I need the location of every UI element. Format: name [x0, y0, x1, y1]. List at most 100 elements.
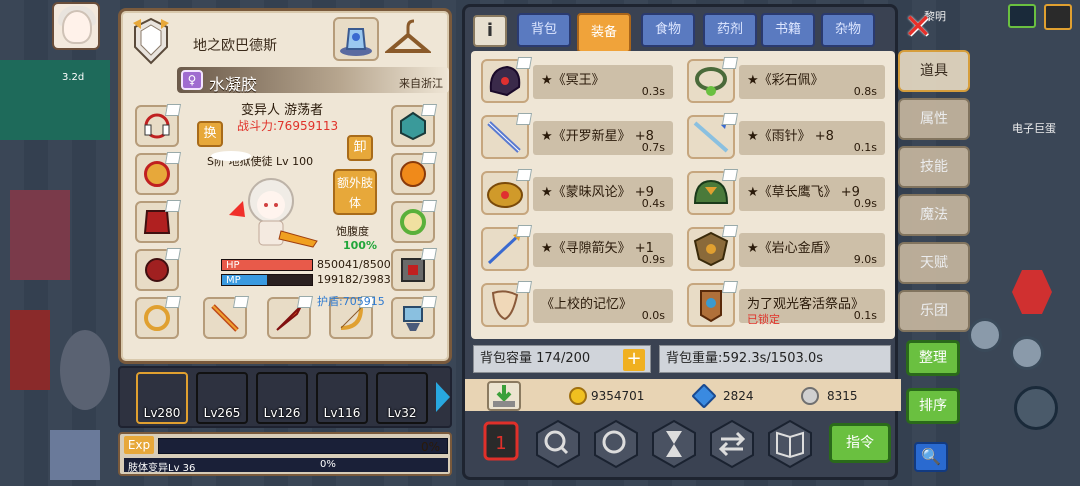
- info-button[interactable]: i: [473, 15, 507, 47]
- silver-coin-icon: [801, 387, 819, 405]
- medal-icon: [144, 161, 170, 187]
- list-mode-button[interactable]: 1: [481, 419, 529, 469]
- search-icon[interactable]: 🔍: [914, 442, 948, 472]
- slot-medal[interactable]: [135, 153, 179, 195]
- companion-next-arrow[interactable]: [436, 382, 450, 412]
- spear-icon[interactable]: [687, 115, 735, 159]
- close-icon[interactable]: ✕: [900, 10, 936, 46]
- shield-icon[interactable]: [687, 227, 735, 271]
- tab-equipment[interactable]: 装备: [577, 13, 631, 53]
- joystick-pad[interactable]: [60, 330, 110, 410]
- tab-backpack[interactable]: 背包: [517, 13, 571, 47]
- list-item[interactable]: 为了观光客活祭品》 0.1s 已锁定: [739, 289, 885, 326]
- magnify-button[interactable]: [591, 419, 639, 469]
- swap-round-button[interactable]: [968, 318, 1002, 352]
- currency-bar: 9354701 2824 8315: [465, 379, 901, 411]
- diamond-amount: 2824: [723, 389, 754, 403]
- list-item[interactable]: ★《开罗新星》 +8 0.7s: [533, 121, 673, 155]
- arrow-icon[interactable]: [481, 227, 529, 271]
- class-label: 变异人 游荡者: [241, 103, 324, 118]
- list-item[interactable]: 《上校的记忆》 0.0s: [533, 289, 673, 323]
- staff-icon: [211, 304, 239, 332]
- list-item[interactable]: ★《寻隙箭矢》 +1 0.9s: [533, 233, 673, 267]
- mp-value: 199182/3983: [317, 273, 391, 286]
- scroll-icon[interactable]: [481, 283, 529, 327]
- slot-relic[interactable]: [391, 105, 435, 147]
- crest-icon: [133, 17, 169, 65]
- hunger-label: 饱腹度: [336, 225, 369, 238]
- cloud-icon: [211, 151, 251, 161]
- slot-armor[interactable]: [135, 201, 179, 243]
- list-item[interactable]: ★《雨针》 +8 0.1s: [739, 121, 885, 155]
- drop-item-button[interactable]: [487, 381, 521, 411]
- necklace-icon[interactable]: [687, 59, 735, 103]
- command-button[interactable]: 指令: [829, 423, 891, 463]
- search-item-button[interactable]: [533, 419, 581, 469]
- list-item[interactable]: ★《冥王》 0.3s: [533, 65, 673, 99]
- crown-icon[interactable]: [481, 171, 529, 215]
- character-panel: 地之欧巴德斯 ♀ 水凝胶 来自浙江 变异人 游荡者 战斗力:76959113 换…: [118, 8, 452, 364]
- slot-staff[interactable]: [203, 297, 247, 339]
- unequip-button[interactable]: 卸: [347, 135, 373, 161]
- mutation-percent: 0%: [320, 459, 336, 470]
- weight-display: 背包重量:592.3s/1503.0s: [659, 345, 891, 373]
- list-item[interactable]: ★《岩心金盾》 9.0s: [739, 233, 885, 267]
- organize-button[interactable]: 整理: [906, 340, 960, 376]
- hanger-icon[interactable]: [383, 17, 433, 61]
- book-button[interactable]: [765, 419, 813, 469]
- slot-wreath[interactable]: [391, 201, 435, 243]
- side-tab-band[interactable]: 乐团: [898, 290, 970, 332]
- exit-icon[interactable]: [1044, 4, 1072, 30]
- side-tab-skills[interactable]: 技能: [898, 146, 970, 188]
- side-tab-items[interactable]: 道具: [898, 50, 970, 92]
- character-name: 地之欧巴德斯: [193, 38, 277, 54]
- amulet-icon[interactable]: [687, 283, 735, 327]
- network-icon[interactable]: [1008, 4, 1036, 28]
- companion-slot-1[interactable]: Lv280: [136, 372, 188, 424]
- dark-helm-icon[interactable]: [481, 59, 529, 103]
- slot-pumpkin[interactable]: [391, 153, 435, 195]
- list-item[interactable]: ★《彩石佩》 0.8s: [739, 65, 885, 99]
- side-tab-magic[interactable]: 魔法: [898, 194, 970, 236]
- player-avatar[interactable]: [52, 2, 100, 50]
- hourglass-button[interactable]: [649, 419, 697, 469]
- side-tab-talent[interactable]: 天赋: [898, 242, 970, 284]
- blade-icon: [276, 305, 302, 331]
- side-tab-attributes[interactable]: 属性: [898, 98, 970, 140]
- slot-headgear[interactable]: [135, 105, 179, 147]
- mech-arm-icon: [401, 258, 425, 282]
- exchange-button[interactable]: [707, 419, 755, 469]
- book-round-button[interactable]: [1010, 336, 1044, 370]
- origin-label: 来自浙江: [399, 77, 443, 90]
- list-item[interactable]: ★《草长鹰飞》 +9 0.9s: [739, 177, 885, 211]
- expand-capacity-button[interactable]: +: [623, 349, 645, 371]
- pumpkin-icon: [400, 161, 426, 187]
- companion-slot-2[interactable]: Lv265: [196, 372, 248, 424]
- extra-limb-button[interactable]: 额外肢体: [333, 169, 377, 215]
- sort-button[interactable]: 排序: [906, 388, 960, 424]
- eagle-helm-icon[interactable]: [687, 171, 735, 215]
- sword-icon[interactable]: [481, 115, 529, 159]
- exp-bar: [158, 438, 448, 454]
- slot-blade[interactable]: [267, 297, 311, 339]
- slot-ring[interactable]: [135, 297, 179, 339]
- list-item[interactable]: ★《蒙昧风论》 +9 0.4s: [533, 177, 673, 211]
- companion-slot-4[interactable]: Lv116: [316, 372, 368, 424]
- companion-slot-5[interactable]: Lv32: [376, 372, 428, 424]
- tab-misc[interactable]: 杂物: [821, 13, 875, 47]
- hp-bar: HP: [221, 259, 313, 271]
- bow-skill-button[interactable]: [1014, 386, 1058, 430]
- mutation-label: 肢体变异Lv 36: [128, 463, 196, 474]
- diamond-icon: [691, 383, 717, 409]
- tab-potion[interactable]: 药剂: [703, 13, 757, 47]
- companion-slot-3[interactable]: Lv126: [256, 372, 308, 424]
- tab-books[interactable]: 书籍: [761, 13, 815, 47]
- slot-gloves[interactable]: [135, 249, 179, 291]
- tab-food[interactable]: 食物: [641, 13, 695, 47]
- slot-mech[interactable]: [391, 249, 435, 291]
- swap-button[interactable]: 换: [197, 121, 223, 147]
- character-title: 水凝胶: [209, 75, 258, 94]
- shrine-icon[interactable]: [333, 17, 379, 61]
- slot-drone[interactable]: [391, 297, 435, 339]
- drone-icon: [403, 306, 423, 331]
